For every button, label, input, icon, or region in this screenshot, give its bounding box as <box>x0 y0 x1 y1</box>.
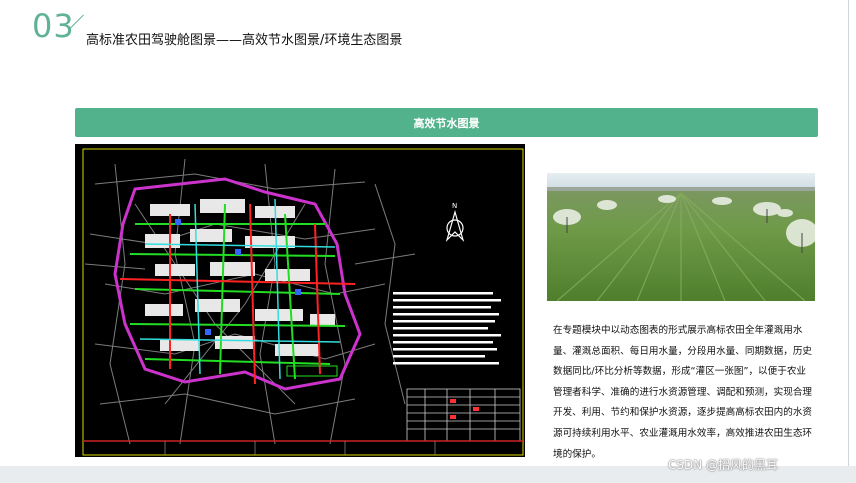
north-label: N <box>452 202 457 210</box>
section-bar: 高效节水图景 <box>75 108 818 137</box>
description-text: 在专题模块中以动态图表的形式展示高标农田全年灌溉用水量、灌溉总面积、每日用水量，… <box>553 325 813 460</box>
section-number: 03 <box>32 7 75 45</box>
watermark: CSDN @招风的黑耳 <box>668 458 779 472</box>
page-edge <box>848 0 849 468</box>
slide: 03 高标准农田驾驶舱图景——高效节水图景/环境生态图景 高效节水图景 N 在专… <box>0 0 856 483</box>
irrigation-map: N <box>75 144 525 457</box>
irrigation-map-drawing: N <box>82 148 524 456</box>
page-title: 高标准农田驾驶舱图景——高效节水图景/环境生态图景 <box>86 33 403 48</box>
farmland-photo-image <box>547 173 815 301</box>
section-bar-label: 高效节水图景 <box>413 116 480 130</box>
farmland-photo <box>547 173 815 301</box>
